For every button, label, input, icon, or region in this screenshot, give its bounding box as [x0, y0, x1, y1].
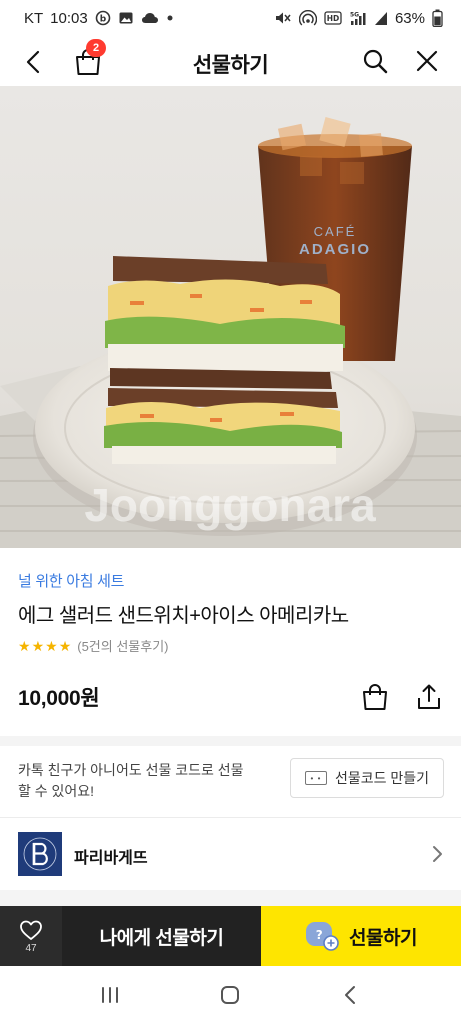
hd-icon: HD — [324, 11, 342, 25]
product-photo: CAFÉ ADAGIO Joonggonara — [0, 117, 461, 548]
svg-text:HD: HD — [327, 14, 340, 23]
page-title: 선물하기 — [192, 54, 269, 77]
watermark: Joonggonara — [84, 479, 376, 531]
recent-apps-icon — [102, 987, 119, 1003]
chevron-right-icon — [433, 846, 442, 862]
close-button[interactable] — [413, 47, 441, 75]
gift-friend-icon: ? — [305, 921, 339, 951]
brand-name: 파리바게뜨 — [74, 850, 148, 867]
paris-baguette-logo-icon — [23, 837, 57, 871]
gift-button-label: 선물하기 — [349, 927, 417, 949]
close-icon — [416, 50, 438, 72]
more-dot-icon — [166, 14, 174, 22]
create-gift-code-label: 선물코드 만들기 — [334, 770, 430, 786]
home-button[interactable] — [210, 975, 250, 1015]
clock: 10:03 — [50, 9, 88, 27]
svg-text:5G: 5G — [350, 12, 359, 19]
signal-5g-icon: 5G — [349, 10, 367, 26]
star-icon: ★ — [18, 637, 31, 654]
review-count: (5건의 선물후기) — [77, 639, 169, 654]
like-count: 47 — [25, 942, 37, 954]
star-icon: ★ — [45, 637, 58, 654]
product-image[interactable]: CAFÉ ADAGIO Joonggonara — [0, 86, 461, 548]
product-name: 에그 샐러드 샌드위치+아이스 아메리카노 — [18, 605, 349, 627]
ticket-icon: • • — [304, 771, 327, 785]
section-divider — [0, 890, 461, 906]
cup-brand-line2: ADAGIO — [299, 241, 371, 258]
shopping-bag-icon — [363, 684, 387, 710]
wishlist-bag-button[interactable] — [360, 682, 390, 712]
status-left: KT 10:03 b — [24, 10, 174, 27]
gift-code-description: 카톡 친구가 아니어도 선물 코드로 선물 할 수 있어요! — [18, 762, 244, 799]
search-icon — [363, 49, 388, 74]
search-button[interactable] — [361, 47, 389, 75]
star-icon: ★ — [31, 637, 45, 654]
battery-percent: 63% — [394, 9, 425, 27]
product-price: 10,000원 — [18, 687, 100, 710]
signal-bars-icon — [374, 10, 388, 26]
svg-text:?: ? — [316, 928, 323, 942]
brand-chevron — [428, 842, 446, 866]
gift-to-self-button[interactable]: 나에게 선물하기 — [62, 906, 261, 966]
bottom-action-bar: 47 나에게 선물하기 ? 선물하기 — [0, 906, 461, 966]
brand-row[interactable]: 파리바게뜨 — [0, 818, 461, 890]
create-gift-code-button[interactable]: • • 선물코드 만들기 — [290, 758, 444, 798]
star-icon: ★ — [58, 637, 72, 654]
gift-button[interactable]: ? 선물하기 — [261, 906, 461, 966]
status-right: HD 5G 63% — [274, 9, 443, 27]
recent-apps-button[interactable] — [90, 975, 130, 1015]
chevron-left-icon — [344, 986, 355, 1004]
battery-icon — [432, 9, 443, 27]
notification-app-icon: b — [95, 10, 111, 26]
section-divider — [0, 736, 461, 746]
gallery-icon — [118, 10, 134, 26]
product-category[interactable]: 널 위한 아침 세트 — [18, 570, 124, 591]
heart-icon — [20, 920, 42, 940]
brand-logo — [18, 832, 62, 876]
home-icon — [221, 986, 240, 1004]
rating-stars: ★ ★ ★ ★ — [18, 639, 71, 653]
back-nav-button[interactable] — [331, 975, 371, 1015]
hotspot-icon — [298, 10, 317, 26]
status-bar: KT 10:03 b HD 5G 63% — [0, 0, 461, 36]
like-button[interactable]: 47 — [0, 906, 62, 966]
share-icon — [418, 684, 440, 709]
system-nav-bar — [0, 966, 461, 1024]
carrier-label: KT — [24, 9, 44, 27]
top-app-bar: 2 선물하기 — [0, 36, 461, 86]
rating-row[interactable]: ★ ★ ★ ★ (5건의 선물후기) — [18, 636, 169, 655]
mute-icon — [274, 10, 292, 26]
share-button[interactable] — [414, 682, 444, 712]
svg-text:b: b — [99, 15, 106, 25]
cloud-icon — [141, 11, 159, 25]
cup-brand-line1: CAFÉ — [314, 224, 357, 239]
